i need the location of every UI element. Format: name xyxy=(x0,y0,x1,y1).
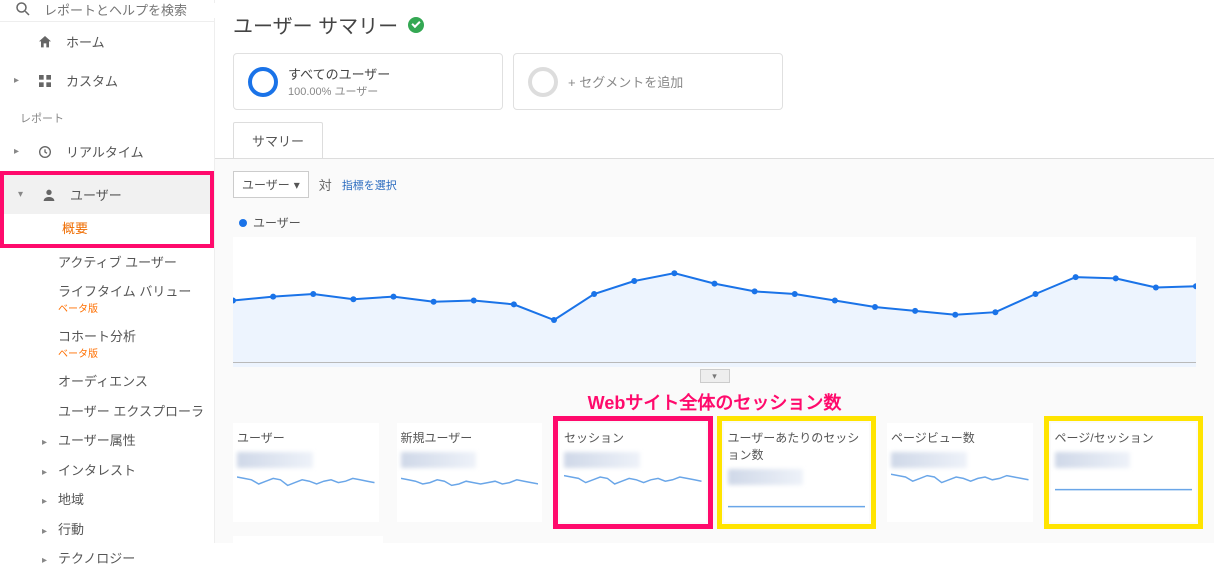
segment-ring-icon xyxy=(528,67,558,97)
segment-row: すべてのユーザー 100.00% ユーザー + セグメントを追加 xyxy=(215,53,1214,122)
card-pps-value xyxy=(1055,452,1131,468)
card-pageviews[interactable]: ページビュー数 xyxy=(887,423,1033,522)
annotation-text: Webサイト全体のセッション数 xyxy=(215,389,1214,415)
search-input[interactable] xyxy=(44,3,220,18)
subnav-explorer[interactable]: ユーザー エクスプローラ xyxy=(58,397,214,427)
subnav-active-users[interactable]: アクティブ ユーザー xyxy=(58,248,214,278)
subnav-overview[interactable]: 概要 xyxy=(62,214,210,244)
nav-realtime[interactable]: ▸ リアルタイム xyxy=(0,132,214,171)
card-sessions-value xyxy=(564,452,640,468)
card-sessions-per-user[interactable]: ユーザーあたりのセッション数 xyxy=(724,423,870,522)
card-spu-title: ユーザーあたりのセッション数 xyxy=(728,429,866,463)
card-users-title: ユーザー xyxy=(237,429,375,446)
bounce-row: 直帰率 xyxy=(215,532,1214,543)
users-subnav: アクティブ ユーザー ライフタイム バリュー ベータ版 コホート分析 ベータ版 … xyxy=(0,248,214,574)
segment-subtitle: 100.00% ユーザー xyxy=(288,83,390,99)
card-new-users-title: 新規ユーザー xyxy=(401,429,539,446)
nav-custom-label: カスタム xyxy=(66,71,118,90)
home-icon xyxy=(36,34,54,50)
card-sessions[interactable]: セッション xyxy=(560,423,706,522)
metric-cards: ユーザー 新規ユーザー セッション ユーザーあたりのセッション数 ページビュー数 xyxy=(215,423,1214,532)
card-pageviews-value xyxy=(891,452,967,468)
card-users-value xyxy=(237,452,313,468)
chart-pager-button[interactable]: ▾ xyxy=(700,369,730,383)
card-pages-per-session[interactable]: ページ/セッション xyxy=(1051,423,1197,522)
card-pps-title: ページ/セッション xyxy=(1055,429,1193,446)
card-pps-spark xyxy=(1055,470,1193,498)
card-spu-spark xyxy=(728,487,866,515)
card-bounce[interactable]: 直帰率 xyxy=(233,536,383,543)
card-new-users-spark xyxy=(401,470,539,498)
nav-users-label: ユーザー xyxy=(70,185,122,204)
chart-legend: ユーザー xyxy=(215,210,1214,237)
subnav-behavior[interactable]: 行動 xyxy=(58,515,214,545)
subnav-audiences[interactable]: オーディエンス xyxy=(58,367,214,397)
main-content: ユーザー サマリー すべてのユーザー 100.00% ユーザー + セグメントを… xyxy=(215,0,1214,543)
card-spu-value xyxy=(728,469,804,485)
subnav-interests[interactable]: インタレスト xyxy=(58,456,214,486)
beta-tag: ベータ版 xyxy=(58,303,206,317)
chevron-right-icon: ▸ xyxy=(14,75,24,86)
vs-label: 対 xyxy=(319,175,332,194)
metric-secondary-link[interactable]: 指標を選択 xyxy=(342,177,397,193)
page-title: ユーザー サマリー xyxy=(233,10,398,39)
verified-icon xyxy=(408,17,424,33)
legend-dot-icon xyxy=(239,219,247,227)
nav-home[interactable]: ホーム xyxy=(0,22,214,61)
chart-controls: ユーザー ▾ 対 指標を選択 xyxy=(215,159,1214,210)
clock-icon xyxy=(36,144,54,160)
segment-all-users[interactable]: すべてのユーザー 100.00% ユーザー xyxy=(233,53,503,110)
subnav-cohort[interactable]: コホート分析 ベータ版 xyxy=(58,322,214,367)
nav-realtime-label: リアルタイム xyxy=(66,142,144,161)
card-sessions-title: セッション xyxy=(564,429,702,446)
beta-tag: ベータ版 xyxy=(58,348,206,362)
card-new-users[interactable]: 新規ユーザー xyxy=(397,423,543,522)
nav-users[interactable]: ▾ ユーザー xyxy=(4,175,210,214)
subnav-geo[interactable]: 地域 xyxy=(58,485,214,515)
tab-row: サマリー xyxy=(215,122,1214,159)
chevron-down-icon: ▾ xyxy=(18,189,28,200)
card-new-users-value xyxy=(401,452,477,468)
segment-title: すべてのユーザー xyxy=(288,64,390,83)
reports-section-label: レポート xyxy=(0,100,214,132)
metric-primary-label: ユーザー xyxy=(242,176,290,193)
legend-label: ユーザー xyxy=(253,214,301,231)
chevron-down-icon: ▾ xyxy=(294,178,300,192)
segment-add-label: + セグメントを追加 xyxy=(568,72,683,91)
subnav-demographics[interactable]: ユーザー属性 xyxy=(58,426,214,456)
card-pageviews-spark xyxy=(891,470,1029,498)
metric-primary-select[interactable]: ユーザー ▾ xyxy=(233,171,309,198)
card-pageviews-title: ページビュー数 xyxy=(891,429,1029,446)
subnav-ltv[interactable]: ライフタイム バリュー ベータ版 xyxy=(58,277,214,322)
nav-home-label: ホーム xyxy=(66,32,105,51)
chart-pager: ▾ xyxy=(215,369,1214,383)
subnav-cohort-label: コホート分析 xyxy=(58,329,136,344)
subnav-ltv-label: ライフタイム バリュー xyxy=(58,284,191,299)
segment-ring-icon xyxy=(248,67,278,97)
search-icon xyxy=(14,0,32,21)
card-sessions-spark xyxy=(564,470,702,498)
page-header: ユーザー サマリー xyxy=(215,0,1214,53)
tab-summary[interactable]: サマリー xyxy=(233,122,323,158)
card-users-spark xyxy=(237,470,375,498)
main-chart[interactable] xyxy=(233,237,1196,367)
card-users[interactable]: ユーザー xyxy=(233,423,379,522)
chevron-right-icon: ▸ xyxy=(14,146,24,157)
sidebar: ホーム ▸ カスタム レポート ▸ リアルタイム ▾ ユーザー xyxy=(0,0,215,543)
segment-add[interactable]: + セグメントを追加 xyxy=(513,53,783,110)
nav-custom[interactable]: ▸ カスタム xyxy=(0,61,214,100)
annotation-highlight-users: ▾ ユーザー 概要 xyxy=(0,171,214,248)
user-icon xyxy=(40,187,58,203)
dashboard-icon xyxy=(36,73,54,89)
subnav-technology[interactable]: テクノロジー xyxy=(58,544,214,574)
search-row xyxy=(0,0,214,22)
